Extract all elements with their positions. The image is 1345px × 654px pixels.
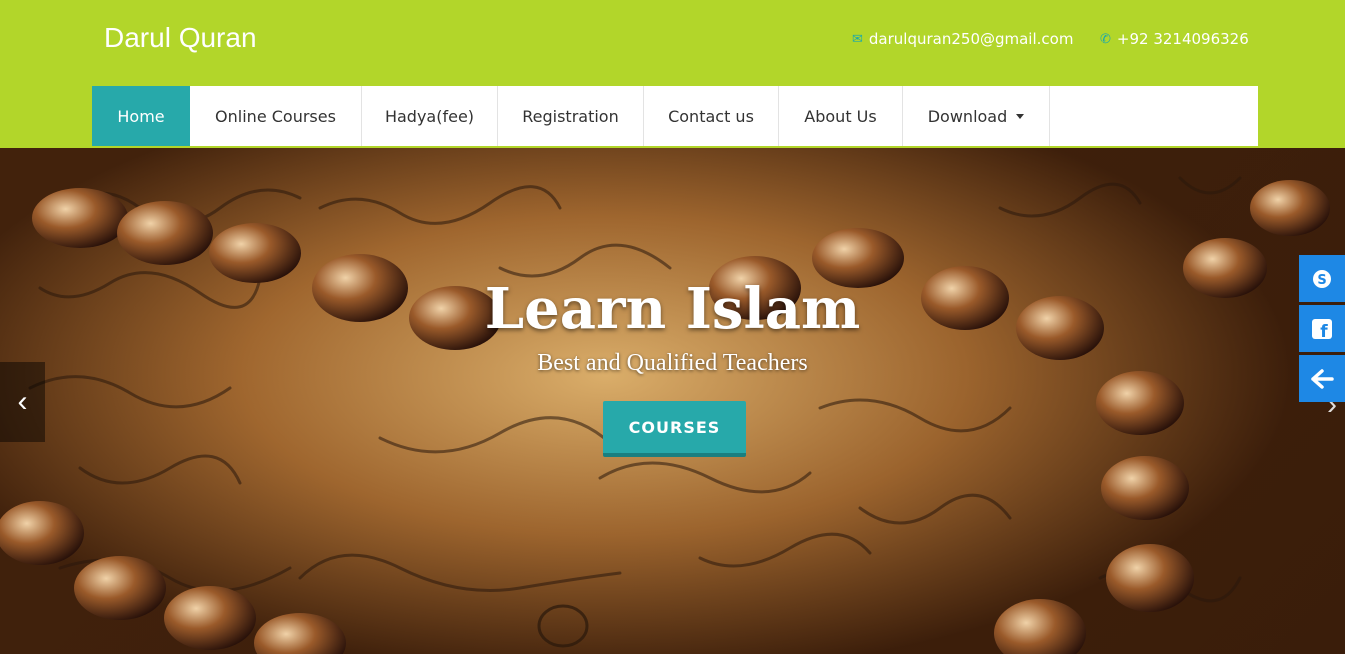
hero-title: Learn Islam [484,276,861,342]
nav-download-dropdown[interactable]: Download [903,86,1050,146]
nav-home[interactable]: Home [92,86,190,146]
phone-text[interactable]: +92 3214096326 [1117,30,1249,48]
nav-online-courses[interactable]: Online Courses [190,86,362,146]
facebook-icon: f [1312,318,1332,340]
nav-contact-us[interactable]: Contact us [644,86,779,146]
facebook-button[interactable]: f [1299,305,1345,352]
skype-button[interactable]: S [1299,255,1345,302]
email-text[interactable]: darulquran250@gmail.com [869,30,1074,48]
nav-about-us[interactable]: About Us [779,86,903,146]
top-header: Darul Quran ✉ darulquran250@gmail.com ✆ … [0,0,1345,148]
hero-subtitle: Best and Qualified Teachers [537,350,808,376]
svg-text:f: f [1320,322,1328,340]
nav-hadya-fee[interactable]: Hadya(fee) [362,86,498,146]
chevron-left-icon: ‹ [17,385,28,418]
email-contact[interactable]: ✉ darulquran250@gmail.com [852,30,1073,48]
phone-icon: ✆ [1100,31,1111,47]
nav-registration[interactable]: Registration [498,86,644,146]
phone-contact[interactable]: ✆ +92 3214096326 [1100,30,1249,48]
svg-text:S: S [1317,273,1326,288]
envelope-icon: ✉ [852,31,863,47]
caret-down-icon [1016,113,1025,119]
arrow-left-icon [1311,368,1334,389]
carousel-prev-button[interactable]: ‹ [0,362,45,442]
hero-carousel: Learn Islam Best and Qualified Teachers … [0,148,1345,654]
main-navigation: Home Online Courses Hadya(fee) Registrat… [92,86,1258,146]
courses-button[interactable]: COURSES [603,401,746,457]
back-button[interactable] [1299,355,1345,402]
skype-icon: S [1313,269,1331,288]
site-brand[interactable]: Darul Quran [104,22,257,54]
